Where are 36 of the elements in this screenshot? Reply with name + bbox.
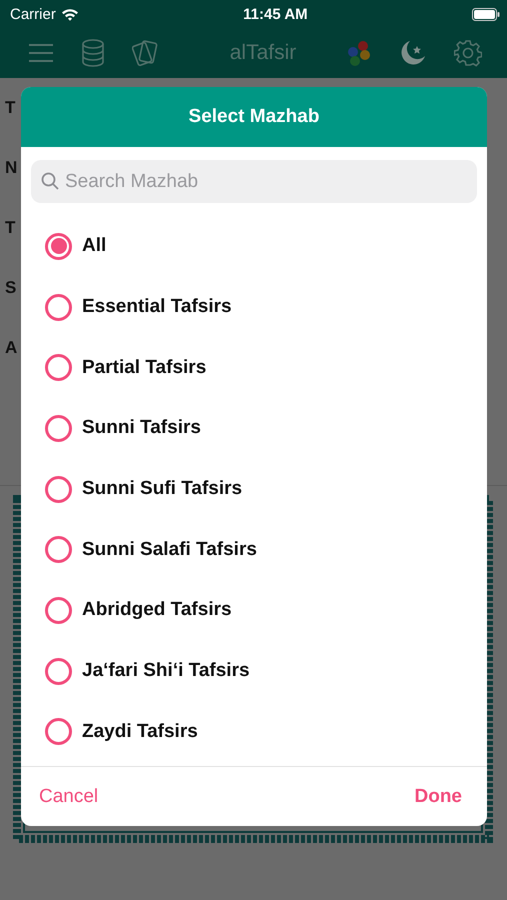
radio-button[interactable] (45, 354, 72, 382)
battery-icon (472, 8, 500, 20)
radio-button[interactable] (45, 536, 72, 564)
option-label[interactable]: Partial Tafsirs (82, 356, 206, 379)
database-icon[interactable] (81, 39, 105, 67)
radio-button[interactable] (45, 658, 72, 685)
colored-dots-icon[interactable] (346, 40, 372, 66)
radio-button[interactable] (45, 596, 72, 624)
radio-button[interactable] (45, 232, 72, 260)
option-label[interactable]: All (82, 235, 106, 258)
wifi-icon (60, 8, 79, 20)
option-label[interactable]: Ja‘fari Shi‘i Tafsirs (82, 660, 250, 682)
search-field[interactable]: Search Mazhab (31, 160, 477, 203)
list-item-text: N (5, 158, 18, 178)
option-label[interactable]: Abridged Tafsirs (82, 599, 232, 622)
carrier-label: Carrier (10, 6, 56, 22)
option-label[interactable]: Sunni Tafsirs (82, 417, 201, 440)
app-title: alTafsir (230, 41, 296, 65)
radio-button[interactable] (45, 414, 72, 442)
menu-icon[interactable] (28, 43, 54, 63)
cards-icon[interactable] (132, 40, 160, 66)
option-label[interactable]: Sunni Sufi Tafsirs (82, 478, 242, 500)
clock: 11:45 AM (243, 6, 308, 22)
option-label[interactable]: Sunni Salafi Tafsirs (82, 538, 257, 561)
list-item-text: T (5, 98, 16, 118)
radio-button[interactable] (45, 718, 72, 746)
option-label[interactable]: Zaydi Tafsirs (82, 720, 198, 743)
crescent-star-icon[interactable] (399, 39, 427, 67)
list-item-text: A (5, 338, 18, 358)
dialog-title: Select Mazhab (188, 106, 320, 128)
option-label[interactable]: Essential Tafsirs (82, 296, 232, 318)
radio-button[interactable] (45, 476, 72, 503)
radio-button[interactable] (45, 294, 72, 321)
settings-icon[interactable] (454, 39, 482, 67)
list-item-text: S (5, 278, 16, 298)
list-item-text: T (5, 218, 16, 238)
